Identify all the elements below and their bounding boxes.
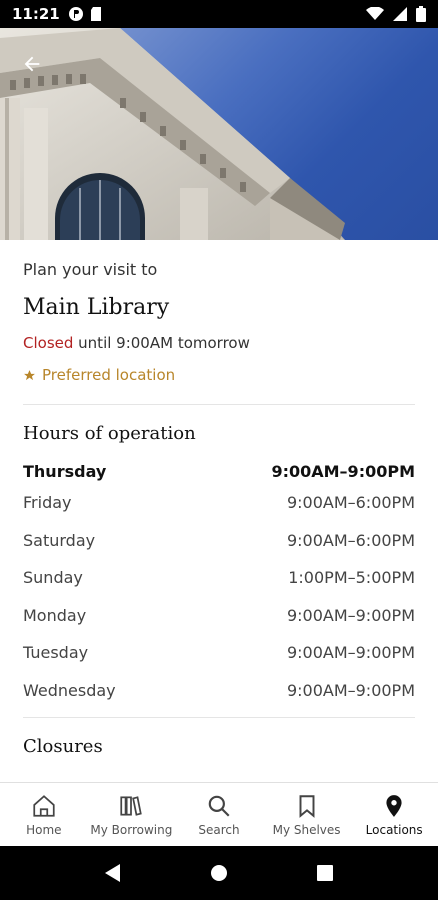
hours-day: Sunday: [23, 568, 83, 588]
hours-time: 9:00AM–6:00PM: [286, 493, 415, 513]
books-icon: [120, 795, 143, 816]
nav-locations-label: Locations: [365, 822, 423, 837]
battery-icon: [416, 6, 426, 22]
building-illustration: [0, 28, 345, 240]
sd-card-icon: [90, 7, 101, 21]
hours-time: 9:00AM–9:00PM: [286, 605, 415, 625]
bottom-navigation: Home My Borrowing Search My Shelves Loca…: [0, 782, 438, 846]
hours-time: 9:00AM–9:00PM: [271, 461, 415, 481]
status-detail: until 9:00AM tomorrow: [78, 334, 250, 352]
hours-day: Tuesday: [23, 643, 89, 663]
hours-row: Friday 9:00AM–6:00PM: [23, 484, 415, 522]
back-button[interactable]: [14, 46, 50, 82]
location-pin-icon: [386, 794, 402, 817]
status-bar: 11:21: [0, 0, 438, 28]
home-circle-icon[interactable]: [209, 863, 229, 883]
system-navigation-bar: [0, 846, 438, 900]
back-triangle-icon[interactable]: [104, 863, 122, 883]
hours-time: 9:00AM–6:00PM: [286, 530, 415, 550]
hours-title: Hours of operation: [23, 423, 196, 444]
hours-row: Wednesday 9:00AM–9:00PM: [23, 672, 415, 710]
nav-my-shelves[interactable]: My Shelves: [263, 783, 351, 846]
nav-locations[interactable]: Locations: [350, 783, 438, 846]
closures-title: Closures: [23, 736, 103, 757]
nav-search-label: Search: [198, 822, 240, 837]
hours-row: Tuesday 9:00AM–9:00PM: [23, 634, 415, 672]
library-hero-image: [0, 28, 438, 240]
preferred-label: Preferred location: [42, 366, 176, 384]
plan-visit-label: Plan your visit to: [23, 260, 158, 279]
nav-my-shelves-label: My Shelves: [272, 822, 341, 837]
library-title: Main Library: [23, 295, 170, 320]
location-details: Plan your visit to Main Library Closed u…: [0, 240, 438, 782]
hours-day: Friday: [23, 493, 72, 513]
status-time: 11:21: [12, 5, 60, 23]
nav-home[interactable]: Home: [0, 783, 88, 846]
closed-badge: Closed: [23, 334, 74, 352]
hours-row: Saturday 9:00AM–6:00PM: [23, 522, 415, 560]
notification-icon: [68, 7, 83, 21]
divider: [23, 717, 415, 718]
hours-row: Monday 9:00AM–9:00PM: [23, 597, 415, 635]
nav-search[interactable]: Search: [175, 783, 263, 846]
star-icon: [24, 369, 35, 380]
wifi-icon: [366, 7, 384, 20]
hours-day: Wednesday: [23, 680, 116, 700]
hours-table: Thursday 9:00AM–9:00PM Friday 9:00AM–6:0…: [23, 458, 415, 709]
nav-my-borrowing[interactable]: My Borrowing: [88, 783, 176, 846]
divider: [23, 404, 415, 405]
hours-time: 9:00AM–9:00PM: [286, 643, 415, 663]
arrow-left-icon: [24, 56, 40, 72]
hours-day: Monday: [23, 605, 87, 625]
hours-day: Saturday: [23, 530, 96, 550]
hours-row-today: Thursday 9:00AM–9:00PM: [23, 458, 415, 484]
recents-square-icon[interactable]: [316, 864, 334, 882]
signal-icon: [393, 7, 407, 21]
bookmark-icon: [299, 794, 315, 818]
preferred-location: Preferred location: [23, 366, 415, 384]
search-icon: [208, 795, 230, 817]
nav-my-borrowing-label: My Borrowing: [90, 822, 173, 837]
open-status: Closed until 9:00AM tomorrow: [23, 334, 415, 352]
hours-day: Thursday: [23, 461, 107, 481]
hours-row: Sunday 1:00PM–5:00PM: [23, 559, 415, 597]
hours-time: 1:00PM–5:00PM: [288, 568, 415, 588]
home-icon: [33, 794, 55, 817]
hours-time: 9:00AM–9:00PM: [286, 680, 415, 700]
nav-home-label: Home: [26, 822, 62, 837]
